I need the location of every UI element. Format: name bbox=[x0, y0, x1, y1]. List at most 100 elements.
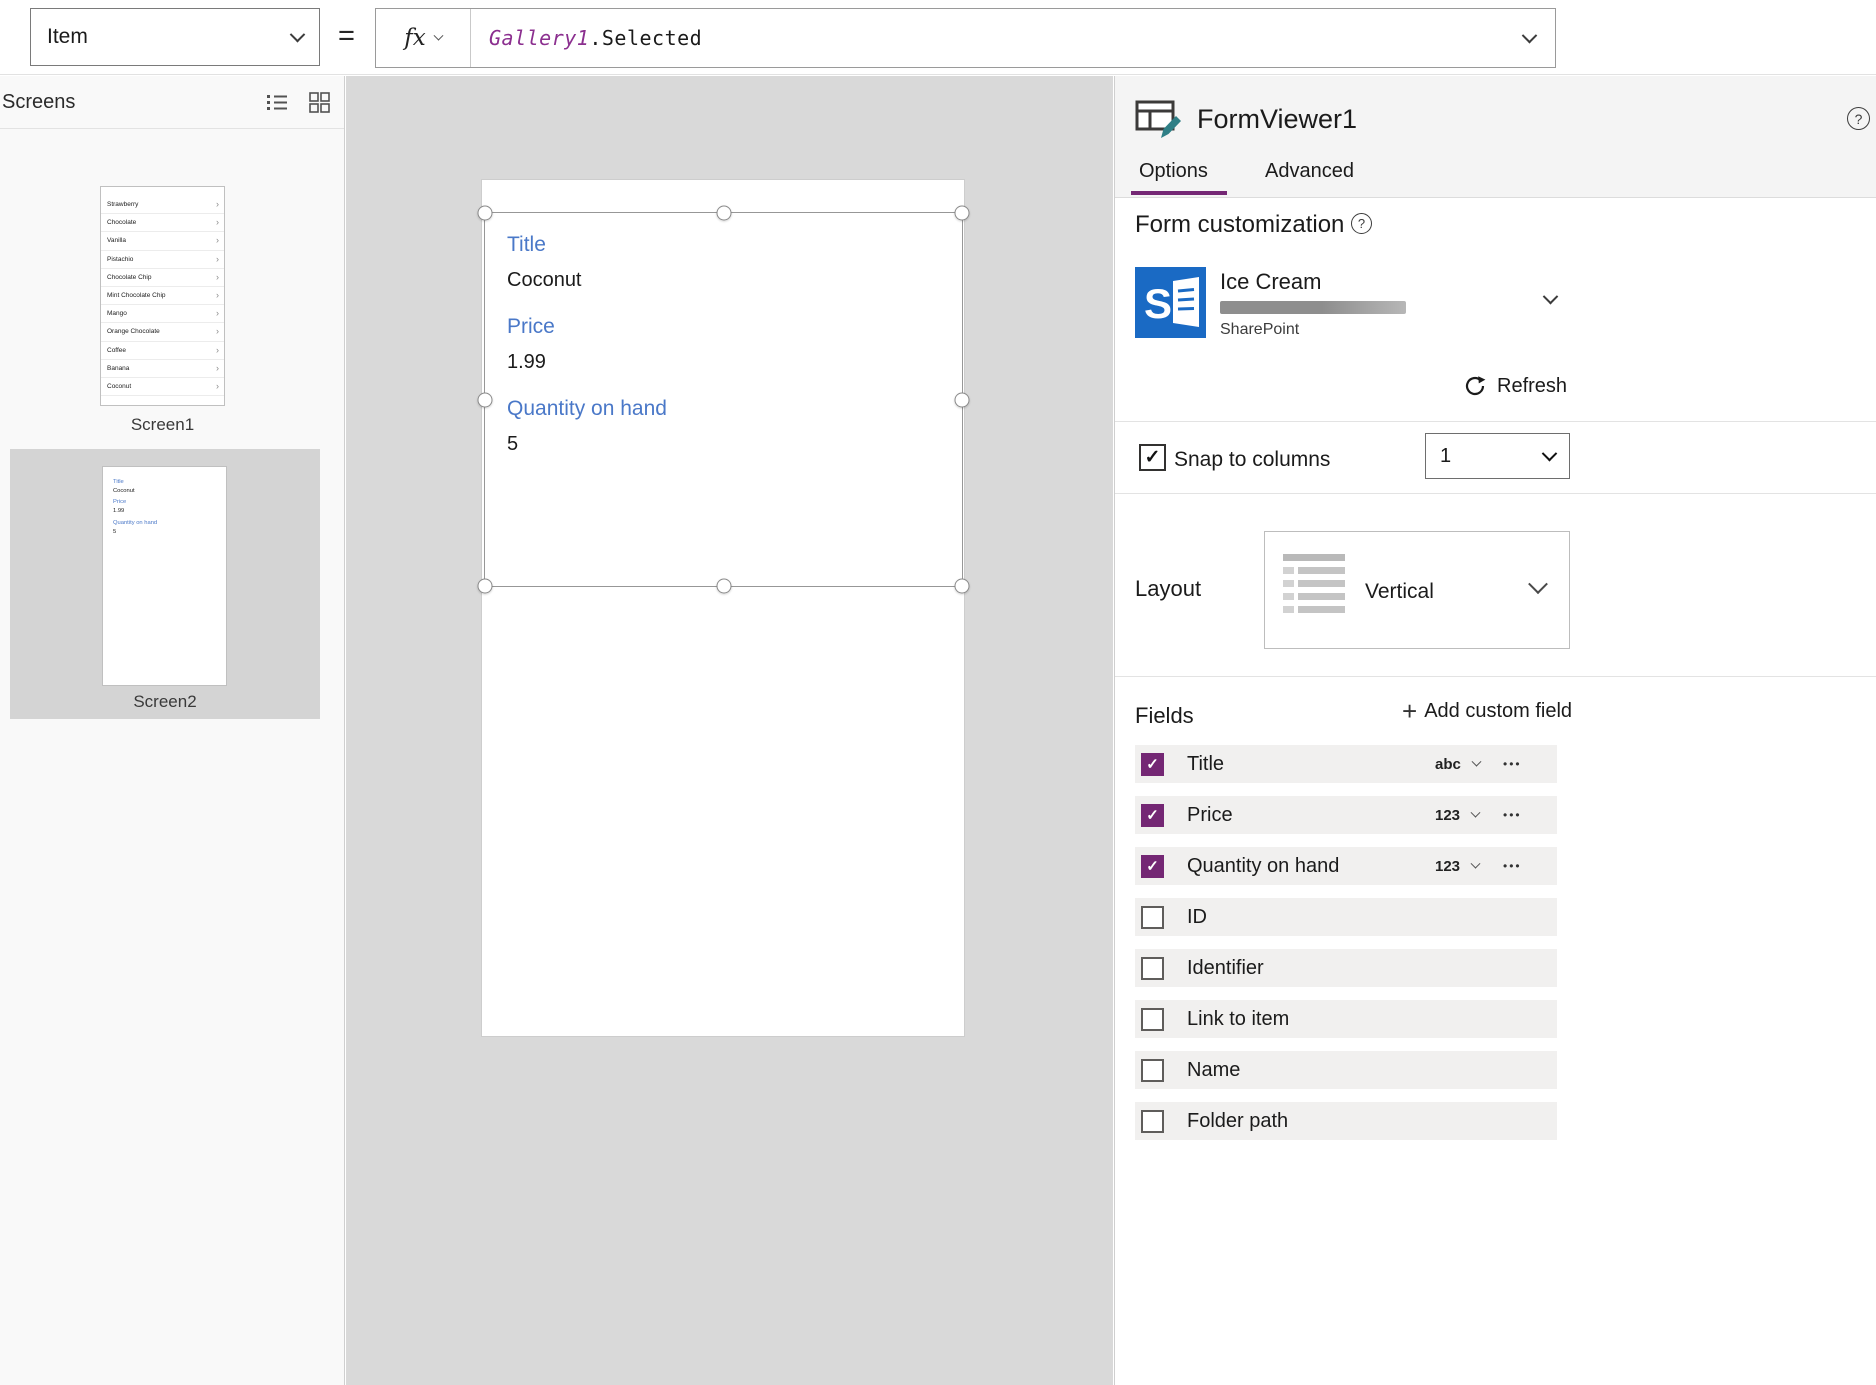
layout-dropdown[interactable]: Vertical bbox=[1264, 531, 1570, 649]
field-checkbox[interactable] bbox=[1141, 956, 1164, 980]
formviewer-icon bbox=[1135, 94, 1182, 145]
resize-handle[interactable] bbox=[954, 392, 970, 407]
formula-bar[interactable]: fx Gallery1.Selected bbox=[375, 8, 1556, 68]
chevron-right-icon: › bbox=[216, 235, 219, 246]
field-menu-icon[interactable]: ••• bbox=[1503, 757, 1522, 771]
fields-heading: Fields bbox=[1135, 703, 1194, 728]
resize-handle[interactable] bbox=[477, 205, 493, 221]
resize-handle[interactable] bbox=[954, 205, 970, 221]
field-checkbox[interactable]: ✓ bbox=[1141, 854, 1164, 878]
field-menu-icon[interactable]: ••• bbox=[1503, 808, 1522, 822]
formula-expand-icon[interactable] bbox=[1521, 27, 1538, 43]
chevron-down-icon bbox=[1470, 807, 1481, 818]
add-custom-field-button[interactable]: + Add custom field bbox=[1402, 698, 1572, 724]
list-view-icon[interactable] bbox=[266, 93, 288, 117]
snap-to-columns-checkbox[interactable]: ✓ bbox=[1139, 444, 1166, 471]
refresh-button[interactable]: Refresh bbox=[1463, 374, 1567, 398]
resize-handle[interactable] bbox=[477, 392, 493, 407]
svg-text:S: S bbox=[1144, 280, 1172, 327]
chevron-right-icon: › bbox=[216, 380, 219, 391]
fx-selector[interactable]: fx bbox=[376, 9, 471, 67]
field-type-dropdown[interactable]: abc bbox=[1435, 756, 1482, 773]
field-name: Identifier bbox=[1187, 956, 1264, 979]
refresh-icon bbox=[1465, 376, 1486, 396]
screen1-label[interactable]: Screen1 bbox=[0, 415, 325, 435]
screen1-thumbnail[interactable]: Strawberry › Chocolate › Vanilla › Pistachi… bbox=[100, 186, 225, 406]
resize-handle[interactable] bbox=[716, 578, 731, 594]
grid-view-icon[interactable] bbox=[309, 92, 330, 118]
sharepoint-icon: S bbox=[1135, 267, 1206, 338]
formviewer-selection[interactable]: Title Coconut Price 1.99 Quantity on han… bbox=[477, 205, 970, 594]
field-row-folder-path[interactable]: Folder path bbox=[1135, 1102, 1557, 1140]
tab-advanced[interactable]: Advanced bbox=[1265, 160, 1354, 183]
field-checkbox[interactable] bbox=[1141, 905, 1164, 929]
formula-input[interactable]: Gallery1.Selected bbox=[489, 26, 702, 50]
field-row-name[interactable]: Name bbox=[1135, 1051, 1557, 1089]
chevron-down-icon bbox=[1541, 445, 1558, 461]
field-row-price[interactable]: ✓ Price 123 ••• bbox=[1135, 796, 1557, 834]
plus-icon: + bbox=[1402, 696, 1418, 726]
field-row-title[interactable]: ✓ Title abc ••• bbox=[1135, 745, 1557, 783]
gallery-item: Pistachio › bbox=[101, 251, 224, 269]
equals-sign: = bbox=[338, 20, 355, 52]
field-name: Folder path bbox=[1187, 1109, 1289, 1132]
layout-value: Vertical bbox=[1365, 580, 1434, 603]
form-field-label: Quantity on hand bbox=[507, 397, 667, 421]
vertical-layout-icon bbox=[1283, 554, 1345, 628]
field-checkbox[interactable] bbox=[1141, 1109, 1164, 1133]
tab-options[interactable]: Options bbox=[1139, 160, 1208, 183]
chevron-right-icon: › bbox=[216, 253, 219, 264]
screens-panel: Screens Strawberry › Chocolate › Vanilla… bbox=[0, 76, 345, 1385]
property-selector[interactable]: Item bbox=[30, 8, 320, 66]
resize-handle[interactable] bbox=[716, 205, 731, 221]
form-field-value: 1.99 bbox=[507, 351, 546, 374]
field-type-dropdown[interactable]: 123 bbox=[1435, 807, 1481, 824]
screen2-label[interactable]: Screen2 bbox=[10, 692, 320, 712]
chevron-down-icon bbox=[1471, 756, 1482, 767]
field-row-quantity[interactable]: ✓ Quantity on hand 123 ••• bbox=[1135, 847, 1557, 885]
help-icon[interactable]: ? bbox=[1351, 213, 1372, 234]
chevron-down-icon bbox=[289, 26, 306, 42]
chevron-right-icon: › bbox=[216, 290, 219, 301]
gallery-item: Chocolate Chip › bbox=[101, 269, 224, 287]
field-checkbox[interactable]: ✓ bbox=[1141, 803, 1164, 827]
field-name: Title bbox=[1187, 752, 1225, 775]
field-type-dropdown[interactable]: 123 bbox=[1435, 858, 1481, 875]
form-field-label: Title bbox=[507, 233, 546, 256]
screen2-selected-container[interactable]: Title Coconut Price 1.99 Quantity on han… bbox=[10, 449, 320, 719]
layout-label: Layout bbox=[1135, 576, 1202, 601]
property-selector-value: Item bbox=[47, 25, 88, 48]
field-checkbox[interactable] bbox=[1141, 1058, 1164, 1082]
resize-handle[interactable] bbox=[477, 578, 493, 594]
field-menu-icon[interactable]: ••• bbox=[1503, 859, 1522, 873]
snap-to-columns-label: Snap to columns bbox=[1174, 448, 1331, 471]
field-checkbox[interactable] bbox=[1141, 1007, 1164, 1031]
chevron-right-icon: › bbox=[216, 344, 219, 355]
screens-panel-header: Screens bbox=[0, 76, 344, 129]
screens-panel-title: Screens bbox=[2, 91, 76, 113]
columns-value: 1 bbox=[1440, 444, 1452, 467]
design-canvas-area: Title Coconut Price 1.99 Quantity on han… bbox=[346, 76, 1113, 1385]
formula-toolbar: Item = fx Gallery1.Selected bbox=[0, 0, 1876, 75]
chevron-down-icon bbox=[433, 30, 444, 41]
chevron-down-icon[interactable] bbox=[1542, 288, 1559, 305]
field-row-identifier[interactable]: Identifier bbox=[1135, 949, 1557, 987]
help-icon[interactable]: ? bbox=[1847, 107, 1870, 130]
resize-handle[interactable] bbox=[954, 578, 970, 594]
gallery-item: Vanilla › bbox=[101, 232, 224, 251]
fields-list: ✓ Title abc ••• ✓ Price 123 ••• ✓ Quanti… bbox=[1135, 745, 1557, 1153]
form-field-value: Coconut bbox=[507, 269, 582, 292]
form-field-value: 5 bbox=[507, 433, 519, 456]
screen2-thumbnail[interactable]: Title Coconut Price 1.99 Quantity on han… bbox=[102, 466, 227, 686]
divider bbox=[1115, 493, 1876, 494]
gallery-item: Chocolate › bbox=[101, 214, 224, 233]
field-row-id[interactable]: ID bbox=[1135, 898, 1557, 936]
columns-dropdown[interactable]: 1 bbox=[1425, 433, 1570, 479]
field-checkbox[interactable]: ✓ bbox=[1141, 752, 1164, 776]
gallery-item: Orange Chocolate › bbox=[101, 323, 224, 342]
gallery-item: Mango › bbox=[101, 305, 224, 324]
gallery-item: Strawberry › bbox=[101, 196, 224, 215]
properties-panel-header: FormViewer1 ? Options Advanced bbox=[1115, 76, 1876, 198]
field-row-link-to-item[interactable]: Link to item bbox=[1135, 1000, 1557, 1038]
chevron-right-icon: › bbox=[216, 217, 219, 228]
